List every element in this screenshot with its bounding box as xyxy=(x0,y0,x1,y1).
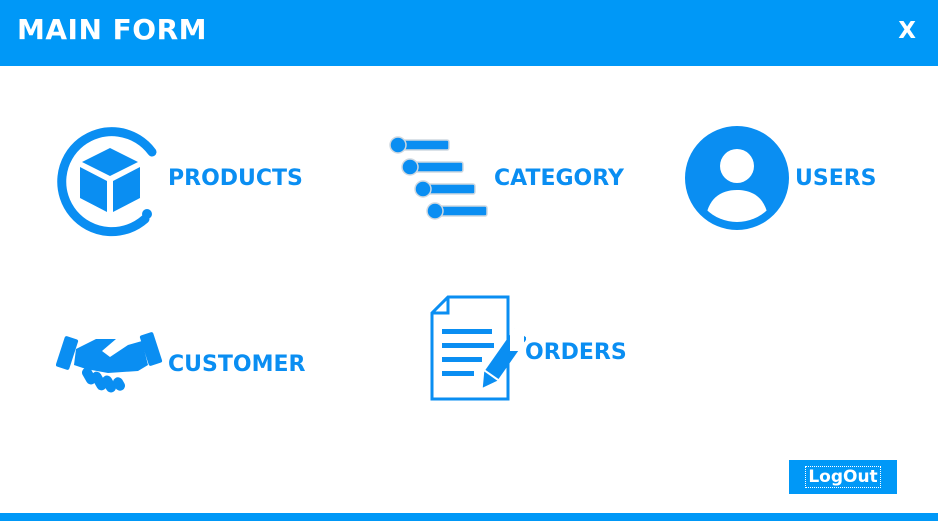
title-bar: MAIN FORM X xyxy=(0,0,938,66)
customer-label: CUSTOMER xyxy=(168,352,306,377)
products-button[interactable]: PRODUCTS xyxy=(50,120,310,238)
main-form-window: MAIN FORM X PRODUCTS CATEGORY USERS CUST… xyxy=(0,0,938,521)
box-icon xyxy=(57,127,157,237)
logout-label: LogOut xyxy=(805,466,881,488)
customer-button[interactable]: CUSTOMER xyxy=(56,325,306,405)
category-label: CATEGORY xyxy=(494,166,624,191)
orders-button[interactable]: ORDERS xyxy=(426,293,636,411)
category-list-icon xyxy=(389,136,488,220)
user-avatar-icon xyxy=(685,126,789,230)
category-button[interactable]: CATEGORY xyxy=(385,130,635,230)
handshake-icon xyxy=(56,332,163,393)
orders-label: ORDERS xyxy=(525,340,627,365)
users-label: USERS xyxy=(795,166,877,191)
products-label: PRODUCTS xyxy=(168,166,303,191)
window-title: MAIN FORM xyxy=(17,13,207,46)
users-button[interactable]: USERS xyxy=(683,124,883,234)
logout-button[interactable]: LogOut xyxy=(789,460,897,494)
order-document-icon xyxy=(430,295,526,401)
close-button[interactable]: X xyxy=(898,18,916,44)
bottom-bar xyxy=(0,513,938,521)
